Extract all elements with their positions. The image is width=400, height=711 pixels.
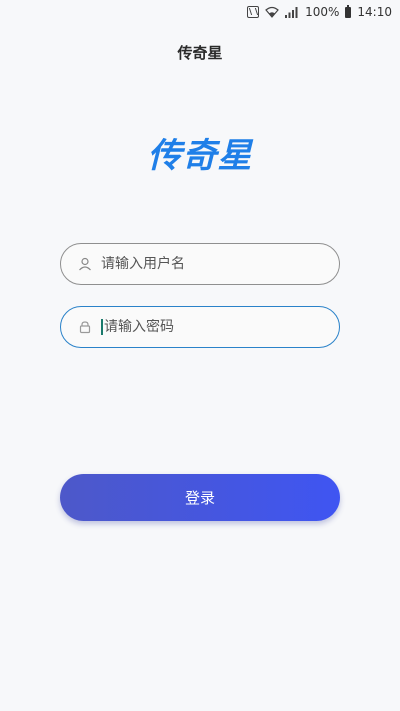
page-title: 传奇星 [177, 44, 223, 62]
password-field[interactable] [60, 306, 340, 348]
lock-icon [77, 319, 93, 335]
user-icon [77, 256, 93, 272]
battery-icon [345, 4, 352, 18]
login-button[interactable]: 登录 [60, 474, 340, 521]
app-logo: 传奇星 [147, 136, 253, 176]
signal-icon [285, 7, 298, 18]
password-input[interactable] [104, 319, 304, 335]
wifi-icon [265, 6, 279, 18]
username-field[interactable] [60, 243, 340, 285]
clock: 14:10 [357, 5, 392, 19]
nfc-icon [247, 6, 260, 18]
battery-percent: 100% [305, 5, 340, 19]
username-input[interactable] [101, 256, 301, 272]
status-bar: 100% 14:10 [0, 0, 400, 24]
text-cursor [101, 319, 103, 335]
